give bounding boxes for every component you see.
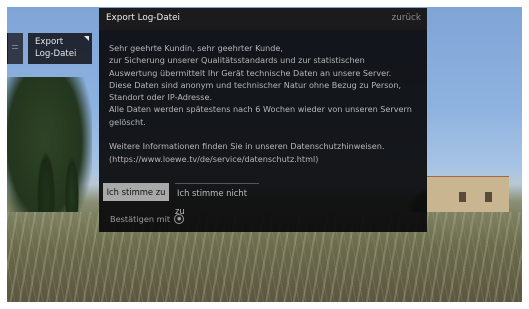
agree-button[interactable]: Ich stimme zu: [103, 183, 169, 201]
notice-line: Sehr geehrte Kundin, sehr geehrter Kunde…: [109, 43, 283, 53]
confirm-hint: Bestätigen mit ●: [110, 214, 185, 224]
menu-tile-label: Export Log-Datei: [35, 37, 77, 59]
notice-line: Auswertung übermittelt Ihr Gerät technis…: [109, 67, 392, 78]
notice-line: zur Sicherung unserer Qualitätsstandards…: [109, 55, 365, 66]
notice-line: Standort oder IP-Adresse.: [109, 92, 213, 103]
disagree-button[interactable]: Ich stimme nicht zu: [175, 183, 259, 216]
export-log-menu-tile[interactable]: Export Log-Datei: [28, 33, 92, 64]
ok-button-icon: ●: [174, 214, 185, 224]
notice-line: Alle Daten werden spätestens nach 6 Woch…: [109, 104, 412, 115]
dialog-title: Export Log-Datei: [106, 13, 180, 23]
dialog-header: Export Log-Datei zurück: [99, 8, 427, 30]
confirm-hint-label: Bestätigen mit: [110, 214, 171, 224]
back-button[interactable]: zurück: [392, 13, 421, 23]
background-house-window: [485, 192, 492, 202]
background-house-window: [459, 192, 466, 202]
notice-line: gelöscht.: [109, 116, 146, 127]
corner-marker-icon: [84, 36, 89, 41]
notice-line: Diese Daten sind anonym und technischer …: [109, 79, 402, 90]
side-menu-stub-tile[interactable]: [7, 33, 23, 64]
privacy-url: (https://www.loewe.tv/de/service/datensc…: [109, 153, 319, 164]
privacy-notice-text: Sehr geehrte Kundin, sehr geehrter Kunde…: [109, 42, 419, 165]
notice-line: Weitere Informationen finden Sie in unse…: [109, 141, 385, 152]
